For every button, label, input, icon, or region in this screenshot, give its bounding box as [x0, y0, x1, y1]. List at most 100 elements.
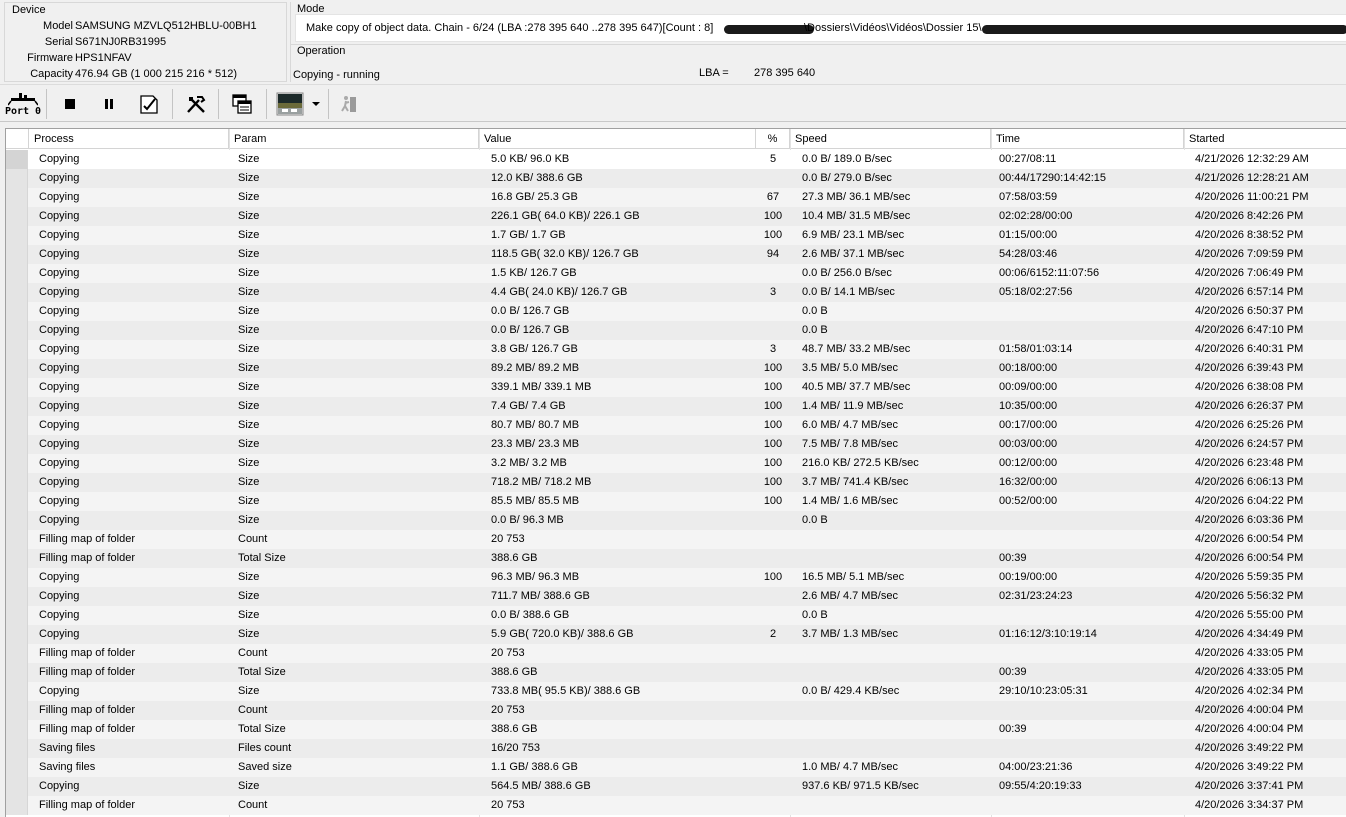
- table-row[interactable]: Copying Size 5.9 GB( 720.0 KB)/ 388.6 GB 2 3…: [6, 625, 1346, 644]
- task-list-button[interactable]: [134, 89, 166, 119]
- row-selector[interactable]: [6, 777, 28, 796]
- table-row[interactable]: Copying Size 339.1 MB/ 339.1 MB 100 40.5 MB/…: [6, 378, 1346, 397]
- table-row[interactable]: Filling map of folder Total Size 388.6 GB 0…: [6, 720, 1346, 739]
- table-row[interactable]: Saving files Saved size 1.1 GB/ 388.6 GB 1.…: [6, 758, 1346, 777]
- row-selector[interactable]: [6, 245, 28, 264]
- table-row[interactable]: Copying Size 96.3 MB/ 96.3 MB 100 16.5 MB/ 5…: [6, 568, 1346, 587]
- table-row[interactable]: Filling map of folder Count 20 753 4/20/202…: [6, 644, 1346, 663]
- table-row[interactable]: Copying Size 5.0 KB/ 96.0 KB 5 0.0 B/ 189.0 …: [6, 150, 1346, 169]
- row-selector[interactable]: [6, 435, 28, 454]
- table-row[interactable]: Filling map of folder Total Size 388.6 GB 0…: [6, 549, 1346, 568]
- table-row[interactable]: Filling map of folder Count 20 753 4/20/202…: [6, 530, 1346, 549]
- row-selector[interactable]: [6, 606, 28, 625]
- table-row[interactable]: Copying Size 3.8 GB/ 126.7 GB 3 48.7 MB/ 33.…: [6, 340, 1346, 359]
- table-row[interactable]: Copying Size 226.1 GB( 64.0 KB)/ 226.1 GB 1…: [6, 207, 1346, 226]
- header-param[interactable]: Param: [229, 129, 479, 149]
- table-row[interactable]: Copying Size 85.5 MB/ 85.5 MB 100 1.4 MB/ 1.…: [6, 492, 1346, 511]
- table-row[interactable]: Copying Size 7.4 GB/ 7.4 GB 100 1.4 MB/ 11.9…: [6, 397, 1346, 416]
- exit-button[interactable]: [334, 89, 364, 119]
- table-row[interactable]: Filling map of folder Count 20 753 4/20/202…: [6, 796, 1346, 815]
- table-row[interactable]: Copying Size 16.8 GB/ 25.3 GB 67 27.3 MB/ 36…: [6, 188, 1346, 207]
- row-selector[interactable]: [6, 701, 28, 720]
- table-row[interactable]: Copying Size 118.5 GB( 32.0 KB)/ 126.7 GB 9…: [6, 245, 1346, 264]
- table-row[interactable]: Copying Size 0.0 B/ 388.6 GB 0.0 B 4/20/2026…: [6, 606, 1346, 625]
- table-row[interactable]: Saving files Files count 16/20 753 4/20/202…: [6, 739, 1346, 758]
- stop-button[interactable]: [56, 89, 84, 119]
- table-row[interactable]: Filling map of folder Total Size 388.6 GB 0…: [6, 663, 1346, 682]
- table-row[interactable]: Copying Size 4.4 GB( 24.0 KB)/ 126.7 GB 3 0.…: [6, 283, 1346, 302]
- row-selector[interactable]: [6, 378, 28, 397]
- header-started[interactable]: Started: [1184, 129, 1346, 149]
- row-selector[interactable]: [6, 340, 28, 359]
- cell-time: 29:10/10:23:05:31: [999, 685, 1088, 697]
- table-body: Copying Size 5.0 KB/ 96.0 KB 5 0.0 B/ 189.0 …: [6, 150, 1346, 815]
- table-row[interactable]: Copying Size 0.0 B/ 96.3 MB 0.0 B 4/20/2026 …: [6, 511, 1346, 530]
- row-selector[interactable]: [6, 188, 28, 207]
- row-selector[interactable]: [6, 796, 28, 815]
- info-panel: Device Model SAMSUNG MZVLQ512HBLU-00BH1 …: [0, 0, 1346, 84]
- table-row[interactable]: Copying Size 1.5 KB/ 126.7 GB 0.0 B/ 256.0 …: [6, 264, 1346, 283]
- row-selector[interactable]: [6, 587, 28, 606]
- row-selector[interactable]: [6, 492, 28, 511]
- header-process[interactable]: Process: [29, 129, 229, 149]
- cell-speed: 0.0 B: [802, 609, 828, 621]
- row-selector[interactable]: [6, 720, 28, 739]
- table-row[interactable]: Copying Size 1.7 GB/ 1.7 GB 100 6.9 MB/ 23.1…: [6, 226, 1346, 245]
- row-selector[interactable]: [6, 169, 28, 188]
- row-selector[interactable]: [6, 739, 28, 758]
- row-selector[interactable]: [6, 644, 28, 663]
- row-selector[interactable]: [6, 663, 28, 682]
- table-row[interactable]: Copying Size 711.7 MB/ 388.6 GB 2.6 MB/ 4.7…: [6, 587, 1346, 606]
- table-row[interactable]: Filling map of folder Count 20 753 4/20/202…: [6, 701, 1346, 720]
- table-row[interactable]: Copying Size 23.3 MB/ 23.3 MB 100 7.5 MB/ 7.…: [6, 435, 1346, 454]
- header-speed[interactable]: Speed: [790, 129, 991, 149]
- row-selector[interactable]: [6, 682, 28, 701]
- cell-param: Size: [238, 381, 260, 393]
- row-selector[interactable]: [6, 511, 28, 530]
- port-button[interactable]: Port 0: [4, 89, 42, 119]
- cell-process: Copying: [39, 286, 80, 298]
- row-selector[interactable]: [6, 397, 28, 416]
- row-selector[interactable]: [6, 207, 28, 226]
- table-row[interactable]: Copying Size 564.5 MB/ 388.6 GB 937.6 KB/ 9…: [6, 777, 1346, 796]
- pause-button[interactable]: [95, 89, 123, 119]
- cell-process: Copying: [39, 438, 80, 450]
- view-button[interactable]: [274, 89, 306, 119]
- cell-time: 10:35/00:00: [999, 400, 1058, 412]
- cell-time: 00:03/00:00: [999, 438, 1058, 450]
- settings-button[interactable]: [180, 89, 212, 119]
- view-dropdown[interactable]: [310, 89, 322, 119]
- row-selector[interactable]: [6, 150, 28, 169]
- row-selector[interactable]: [6, 568, 28, 587]
- row-selector[interactable]: [6, 416, 28, 435]
- row-selector[interactable]: [6, 549, 28, 568]
- header-value[interactable]: Value: [479, 129, 756, 149]
- row-selector[interactable]: [6, 454, 28, 473]
- row-selector[interactable]: [6, 473, 28, 492]
- table-row[interactable]: Copying Size 718.2 MB/ 718.2 MB 100 3.7 MB/ …: [6, 473, 1346, 492]
- header-percent[interactable]: %: [756, 129, 790, 149]
- copy-button[interactable]: [226, 89, 258, 119]
- row-selector[interactable]: [6, 758, 28, 777]
- row-selector[interactable]: [6, 264, 28, 283]
- row-selector[interactable]: [6, 625, 28, 644]
- cell-value: 16.8 GB/ 25.3 GB: [491, 191, 578, 203]
- row-selector[interactable]: [6, 530, 28, 549]
- process-table[interactable]: Process Param Value % Speed Time Started…: [5, 128, 1346, 817]
- cell-speed: 3.7 MB/ 1.3 MB/sec: [802, 628, 898, 640]
- table-row[interactable]: Copying Size 12.0 KB/ 388.6 GB 0.0 B/ 279.0…: [6, 169, 1346, 188]
- row-selector[interactable]: [6, 283, 28, 302]
- table-row[interactable]: Copying Size 0.0 B/ 126.7 GB 0.0 B 4/20/2026…: [6, 321, 1346, 340]
- row-selector[interactable]: [6, 359, 28, 378]
- row-selector[interactable]: [6, 302, 28, 321]
- row-selector[interactable]: [6, 321, 28, 340]
- cell-process: Copying: [39, 362, 80, 374]
- table-row[interactable]: Copying Size 80.7 MB/ 80.7 MB 100 6.0 MB/ 4.…: [6, 416, 1346, 435]
- table-row[interactable]: Copying Size 89.2 MB/ 89.2 MB 100 3.5 MB/ 5.…: [6, 359, 1346, 378]
- header-time[interactable]: Time: [991, 129, 1184, 149]
- table-row[interactable]: Copying Size 3.2 MB/ 3.2 MB 100 216.0 KB/ 27…: [6, 454, 1346, 473]
- row-selector[interactable]: [6, 226, 28, 245]
- table-row[interactable]: Copying Size 0.0 B/ 126.7 GB 0.0 B 4/20/2026…: [6, 302, 1346, 321]
- table-row[interactable]: Copying Size 733.8 MB( 95.5 KB)/ 388.6 GB 0…: [6, 682, 1346, 701]
- toolbar-separator: [172, 89, 173, 119]
